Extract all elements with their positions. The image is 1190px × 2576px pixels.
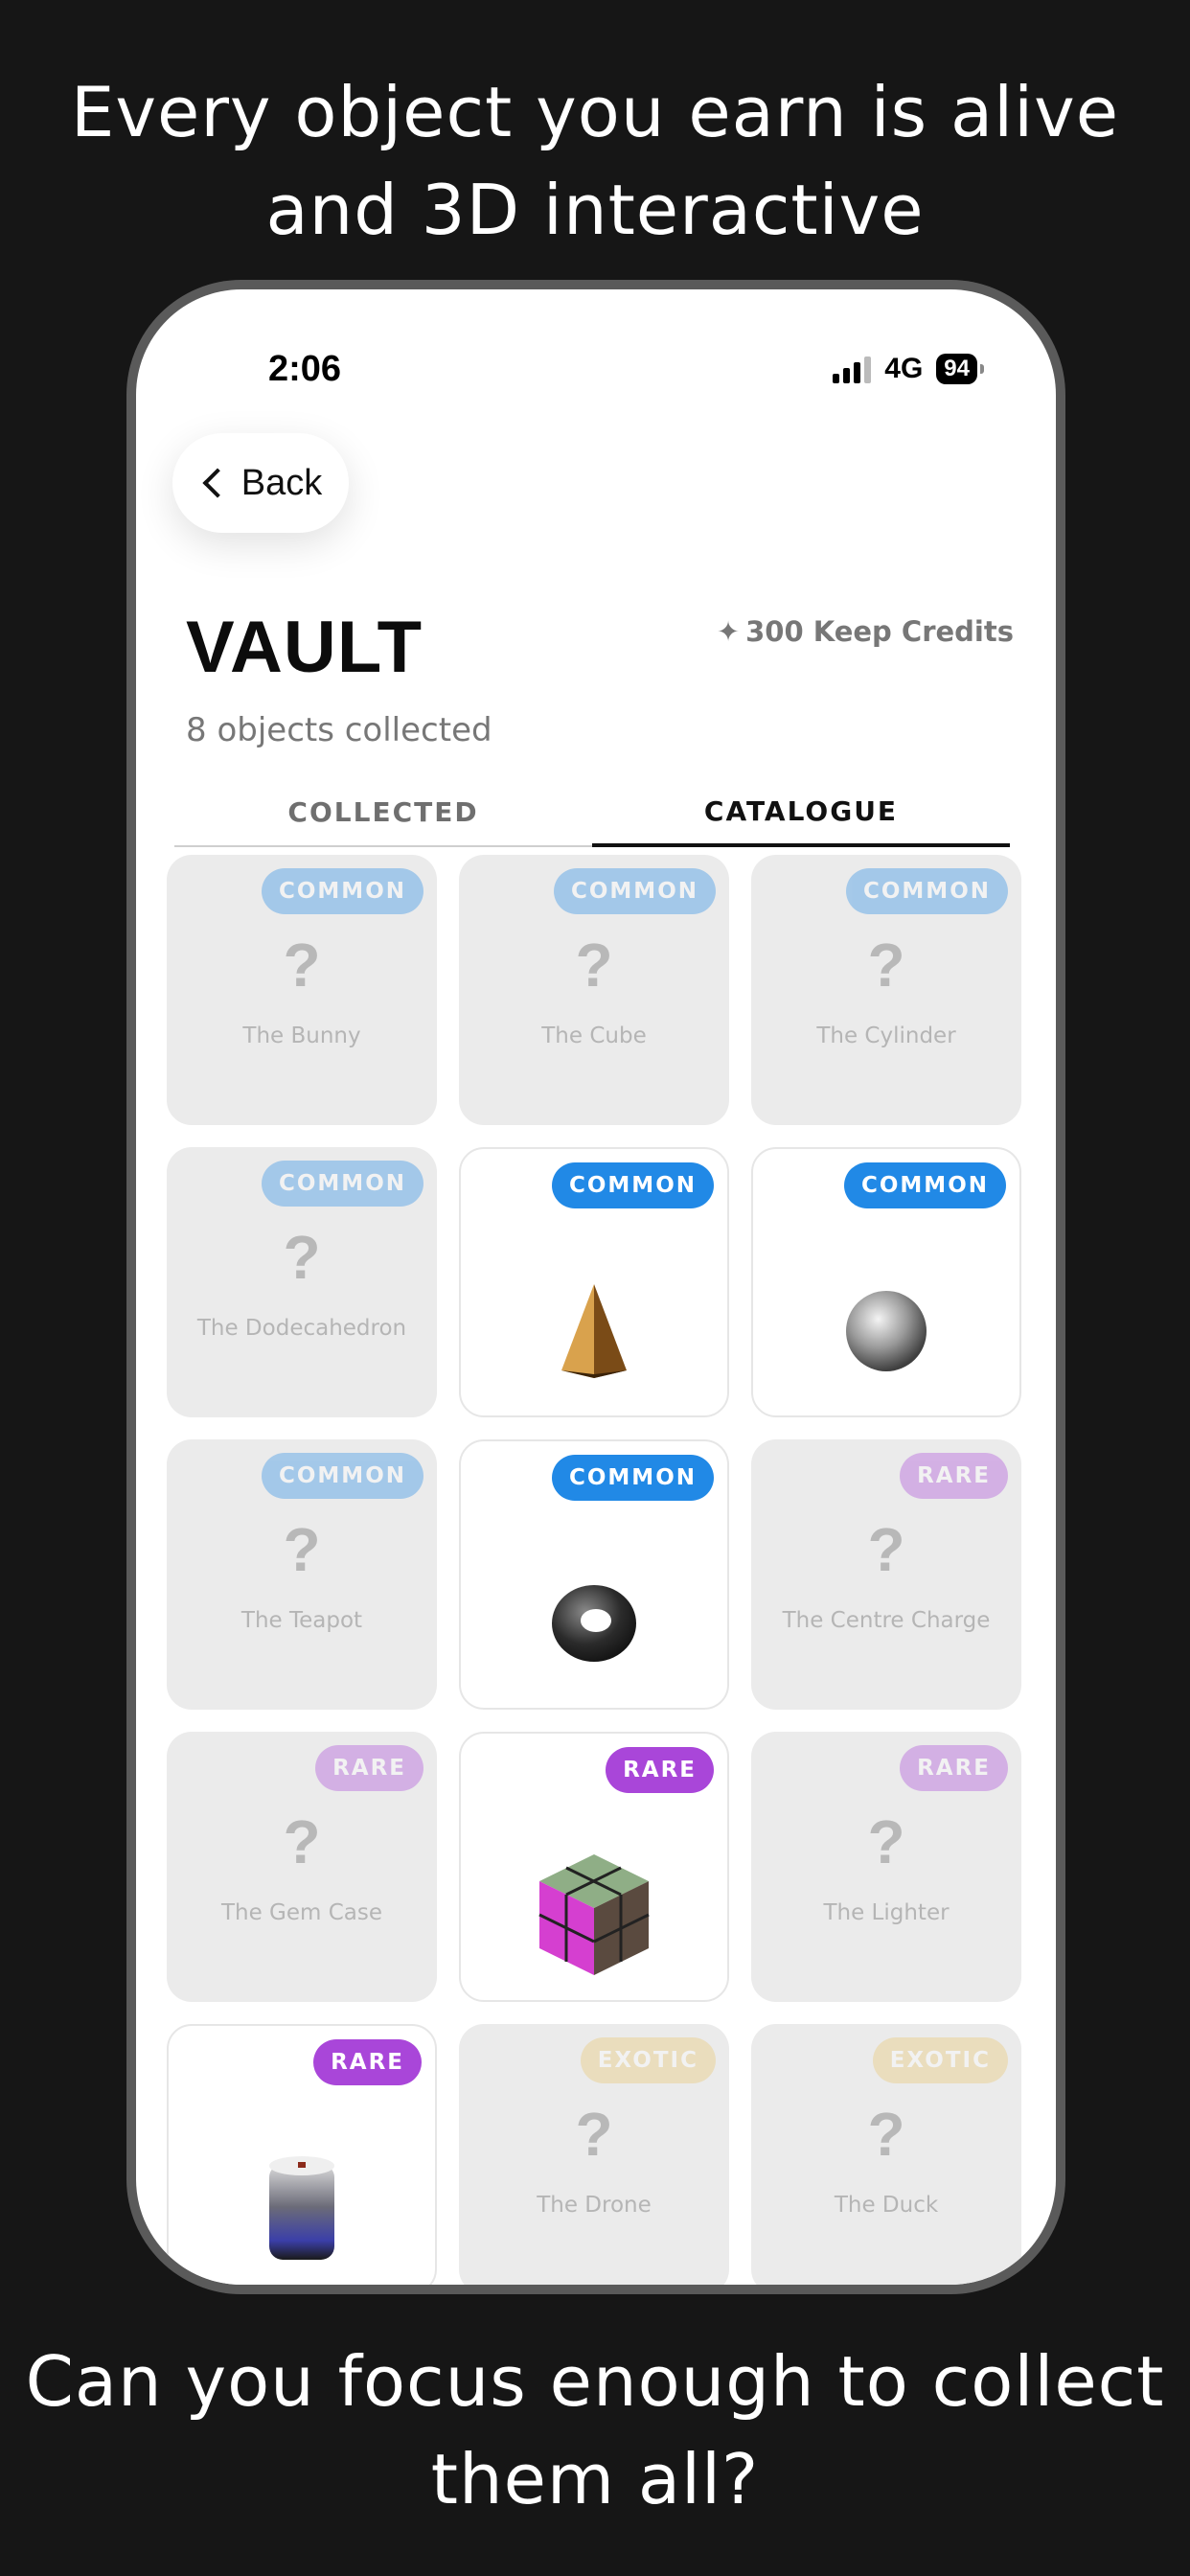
back-button[interactable]: Back: [172, 433, 349, 533]
headline-top-line-2: and 3D interactive: [265, 170, 925, 250]
item-name: The Teapot: [240, 1608, 363, 1633]
catalogue-item[interactable]: RARE? The Lighter: [751, 1732, 1021, 2002]
rarity-badge: COMMON: [261, 868, 423, 914]
rarity-badge: COMMON: [843, 1162, 1006, 1208]
rarity-badge: COMMON: [845, 868, 1008, 914]
catalogue-item[interactable]: RARE: [167, 2024, 437, 2285]
headline-bottom-line-2: them all?: [430, 2439, 760, 2519]
rarity-badge: COMMON: [261, 1453, 423, 1499]
status-bar-right: 4G 94: [833, 353, 984, 385]
catalogue-item[interactable]: COMMON? The Bunny: [167, 855, 437, 1125]
catalogue-item[interactable]: COMMON: [751, 1147, 1021, 1417]
back-button-label: Back: [240, 462, 323, 503]
catalogue-grid: COMMON? The Bunny COMMON? The Cube COMMON? Th…: [167, 855, 1021, 2285]
item-name: The Dodecahedron: [196, 1316, 407, 1341]
collected-count: 8 objects collected: [186, 711, 492, 749]
sparkle-icon: ✦: [716, 615, 741, 648]
catalogue-item[interactable]: RARE? The Gem Case: [167, 1732, 437, 2002]
status-time: 2:06: [268, 349, 342, 389]
catalogue-item[interactable]: EXOTIC? The Drone: [459, 2024, 729, 2285]
locked-question-icon: ?: [867, 2100, 905, 2169]
catalogue-item[interactable]: COMMON: [459, 1439, 729, 1710]
rarity-badge: COMMON: [261, 1161, 423, 1207]
pyramid-icon: [556, 1278, 632, 1388]
phone-screen: 2:06 4G 94 Back VAULT ✦ 300 Keep Credits…: [136, 289, 1056, 2285]
item-name: The Cylinder: [816, 1024, 956, 1048]
rubik-cube-icon: [532, 1849, 656, 1987]
canister-icon: [263, 2150, 340, 2269]
catalogue-item[interactable]: COMMON? The Teapot: [167, 1439, 437, 1710]
item-name: The Drone: [537, 2193, 652, 2218]
sphere-icon: [840, 1285, 932, 1381]
item-name: The Centre Charge: [782, 1608, 991, 1633]
rarity-badge: EXOTIC: [580, 2037, 716, 2083]
page-title: VAULT: [186, 607, 423, 688]
network-label: 4G: [884, 353, 924, 384]
tab-collected[interactable]: COLLECTED: [174, 778, 592, 845]
rarity-badge: RARE: [313, 2039, 422, 2085]
battery-icon: 94: [936, 354, 984, 384]
vault-tabs: COLLECTED CATALOGUE: [174, 778, 1010, 847]
item-name: The Lighter: [823, 1900, 950, 1925]
catalogue-item[interactable]: COMMON: [459, 1147, 729, 1417]
rarity-badge: COMMON: [553, 868, 716, 914]
catalogue-item[interactable]: COMMON? The Cylinder: [751, 855, 1021, 1125]
signal-icon: [833, 355, 872, 383]
catalogue-item[interactable]: RARE? The Centre Charge: [751, 1439, 1021, 1710]
rarity-badge: EXOTIC: [872, 2037, 1008, 2083]
catalogue-item[interactable]: RARE: [459, 1732, 729, 2002]
locked-question-icon: ?: [283, 1807, 321, 1876]
locked-question-icon: ?: [867, 1807, 905, 1876]
item-name: The Gem Case: [220, 1900, 383, 1925]
headline-bottom-line-1: Can you focus enough to collect: [25, 2341, 1165, 2422]
chevron-left-icon: [202, 468, 233, 498]
rarity-badge: RARE: [900, 1453, 1008, 1499]
torus-icon: [546, 1580, 642, 1670]
locked-question-icon: ?: [867, 1515, 905, 1584]
locked-question-icon: ?: [575, 2100, 613, 2169]
item-name: The Cube: [541, 1024, 647, 1048]
item-name: The Bunny: [242, 1024, 361, 1048]
headline-top: Every object you earn is alive and 3D in…: [0, 63, 1190, 259]
phone-frame: 2:06 4G 94 Back VAULT ✦ 300 Keep Credits…: [126, 280, 1065, 2294]
battery-level: 94: [944, 356, 970, 381]
locked-question-icon: ?: [867, 931, 905, 1000]
catalogue-item[interactable]: COMMON? The Cube: [459, 855, 729, 1125]
tab-catalogue[interactable]: CATALOGUE: [592, 778, 1010, 847]
locked-question-icon: ?: [283, 1515, 321, 1584]
credits-label: 300 Keep Credits: [745, 615, 1014, 648]
catalogue-item[interactable]: COMMON? The Dodecahedron: [167, 1147, 437, 1417]
item-name: The Duck: [834, 2193, 939, 2218]
locked-question-icon: ?: [283, 931, 321, 1000]
locked-question-icon: ?: [283, 1223, 321, 1292]
rarity-badge: RARE: [315, 1745, 423, 1791]
headline-top-line-1: Every object you earn is alive: [70, 72, 1120, 152]
catalogue-item[interactable]: EXOTIC? The Duck: [751, 2024, 1021, 2285]
rarity-badge: COMMON: [551, 1162, 714, 1208]
locked-question-icon: ?: [575, 931, 613, 1000]
headline-bottom: Can you focus enough to collect them all…: [0, 2333, 1190, 2528]
rarity-badge: COMMON: [551, 1455, 714, 1501]
rarity-badge: RARE: [606, 1747, 714, 1793]
credits-display: ✦ 300 Keep Credits: [717, 615, 1014, 648]
rarity-badge: RARE: [900, 1745, 1008, 1791]
